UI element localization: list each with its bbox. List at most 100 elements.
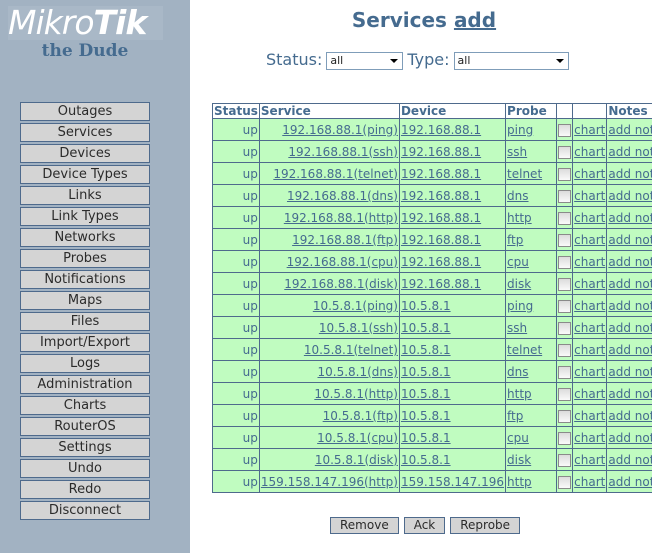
chart-link[interactable]: chart <box>574 145 605 159</box>
chart-link[interactable]: chart <box>574 365 605 379</box>
probe-link[interactable]: http <box>507 387 532 401</box>
sidebar-item-settings[interactable]: Settings <box>20 438 150 457</box>
sidebar-item-services[interactable]: Services <box>20 123 150 142</box>
sidebar-item-probes[interactable]: Probes <box>20 249 150 268</box>
chart-link[interactable]: chart <box>574 409 605 423</box>
service-link[interactable]: 159.158.147.196(http) <box>261 475 398 489</box>
chart-link[interactable]: chart <box>574 343 605 357</box>
sidebar-item-devices[interactable]: Devices <box>20 144 150 163</box>
chart-link[interactable]: chart <box>574 387 605 401</box>
sidebar-item-networks[interactable]: Networks <box>20 228 150 247</box>
chart-link[interactable]: chart <box>574 189 605 203</box>
probe-link[interactable]: disk <box>507 453 531 467</box>
device-link[interactable]: 192.168.88.1 <box>401 233 481 247</box>
device-link[interactable]: 192.168.88.1 <box>401 255 481 269</box>
sidebar-item-outages[interactable]: Outages <box>20 102 150 121</box>
row-checkbox[interactable] <box>558 167 572 181</box>
service-link[interactable]: 192.168.88.1(telnet) <box>273 167 398 181</box>
probe-link[interactable]: ftp <box>507 233 523 247</box>
chart-link[interactable]: chart <box>574 475 605 489</box>
device-link[interactable]: 192.168.88.1 <box>401 189 481 203</box>
add-note-link[interactable]: add note <box>608 233 652 247</box>
row-checkbox[interactable] <box>558 343 572 357</box>
device-link[interactable]: 159.158.147.196 <box>401 475 504 489</box>
device-link[interactable]: 10.5.8.1 <box>401 343 451 357</box>
row-checkbox[interactable] <box>558 365 572 379</box>
service-link[interactable]: 10.5.8.1(ftp) <box>323 409 398 423</box>
sidebar-item-links[interactable]: Links <box>20 186 150 205</box>
add-note-link[interactable]: add note <box>608 145 652 159</box>
row-checkbox[interactable] <box>558 475 572 489</box>
sidebar-item-routeros[interactable]: RouterOS <box>20 417 150 436</box>
sidebar-item-redo[interactable]: Redo <box>20 480 150 499</box>
add-note-link[interactable]: add note <box>608 211 652 225</box>
service-link[interactable]: 192.168.88.1(ping) <box>282 123 398 137</box>
sidebar-item-administration[interactable]: Administration <box>20 375 150 394</box>
service-link[interactable]: 10.5.8.1(telnet) <box>304 343 398 357</box>
probe-link[interactable]: ssh <box>507 145 527 159</box>
row-checkbox[interactable] <box>558 255 572 269</box>
sidebar-item-import-export[interactable]: Import/Export <box>20 333 150 352</box>
service-link[interactable]: 10.5.8.1(ping) <box>313 299 398 313</box>
add-note-link[interactable]: add note <box>608 431 652 445</box>
row-checkbox[interactable] <box>558 145 572 159</box>
device-link[interactable]: 10.5.8.1 <box>401 365 451 379</box>
probe-link[interactable]: ping <box>507 123 533 137</box>
row-checkbox[interactable] <box>558 409 572 423</box>
device-link[interactable]: 192.168.88.1 <box>401 167 481 181</box>
service-link[interactable]: 10.5.8.1(disk) <box>315 453 398 467</box>
row-checkbox[interactable] <box>558 233 572 247</box>
probe-link[interactable]: cpu <box>507 255 529 269</box>
device-link[interactable]: 10.5.8.1 <box>401 299 451 313</box>
chart-link[interactable]: chart <box>574 123 605 137</box>
sidebar-item-link-types[interactable]: Link Types <box>20 207 150 226</box>
chart-link[interactable]: chart <box>574 167 605 181</box>
device-link[interactable]: 10.5.8.1 <box>401 431 451 445</box>
probe-link[interactable]: ping <box>507 299 533 313</box>
add-note-link[interactable]: add note <box>608 321 652 335</box>
probe-link[interactable]: ftp <box>507 409 523 423</box>
sidebar-item-disconnect[interactable]: Disconnect <box>20 501 150 520</box>
service-link[interactable]: 192.168.88.1(ssh) <box>288 145 398 159</box>
service-link[interactable]: 192.168.88.1(dns) <box>287 189 398 203</box>
add-note-link[interactable]: add note <box>608 409 652 423</box>
row-checkbox[interactable] <box>558 123 572 137</box>
add-note-link[interactable]: add note <box>608 255 652 269</box>
row-checkbox[interactable] <box>558 189 572 203</box>
sidebar-item-device-types[interactable]: Device Types <box>20 165 150 184</box>
probe-link[interactable]: http <box>507 475 532 489</box>
chart-link[interactable]: chart <box>574 211 605 225</box>
reprobe-button[interactable]: Reprobe <box>450 517 521 534</box>
sidebar-item-charts[interactable]: Charts <box>20 396 150 415</box>
row-checkbox[interactable] <box>558 277 572 291</box>
remove-button[interactable]: Remove <box>330 517 399 534</box>
service-link[interactable]: 10.5.8.1(http) <box>314 387 398 401</box>
row-checkbox[interactable] <box>558 299 572 313</box>
device-link[interactable]: 192.168.88.1 <box>401 277 481 291</box>
add-note-link[interactable]: add note <box>608 387 652 401</box>
chart-link[interactable]: chart <box>574 233 605 247</box>
chart-link[interactable]: chart <box>574 277 605 291</box>
row-checkbox[interactable] <box>558 453 572 467</box>
add-note-link[interactable]: add note <box>608 365 652 379</box>
device-link[interactable]: 192.168.88.1 <box>401 211 481 225</box>
add-service-link[interactable]: add <box>454 8 496 32</box>
service-link[interactable]: 192.168.88.1(http) <box>284 211 398 225</box>
sidebar-item-notifications[interactable]: Notifications <box>20 270 150 289</box>
chart-link[interactable]: chart <box>574 321 605 335</box>
probe-link[interactable]: dns <box>507 365 528 379</box>
probe-link[interactable]: ssh <box>507 321 527 335</box>
add-note-link[interactable]: add note <box>608 475 652 489</box>
row-checkbox[interactable] <box>558 211 572 225</box>
device-link[interactable]: 10.5.8.1 <box>401 453 451 467</box>
row-checkbox[interactable] <box>558 321 572 335</box>
device-link[interactable]: 192.168.88.1 <box>401 123 481 137</box>
service-link[interactable]: 10.5.8.1(dns) <box>318 365 398 379</box>
sidebar-item-undo[interactable]: Undo <box>20 459 150 478</box>
service-link[interactable]: 192.168.88.1(ftp) <box>292 233 398 247</box>
add-note-link[interactable]: add note <box>608 123 652 137</box>
service-link[interactable]: 192.168.88.1(cpu) <box>287 255 398 269</box>
add-note-link[interactable]: add note <box>608 299 652 313</box>
device-link[interactable]: 10.5.8.1 <box>401 409 451 423</box>
sidebar-item-maps[interactable]: Maps <box>20 291 150 310</box>
